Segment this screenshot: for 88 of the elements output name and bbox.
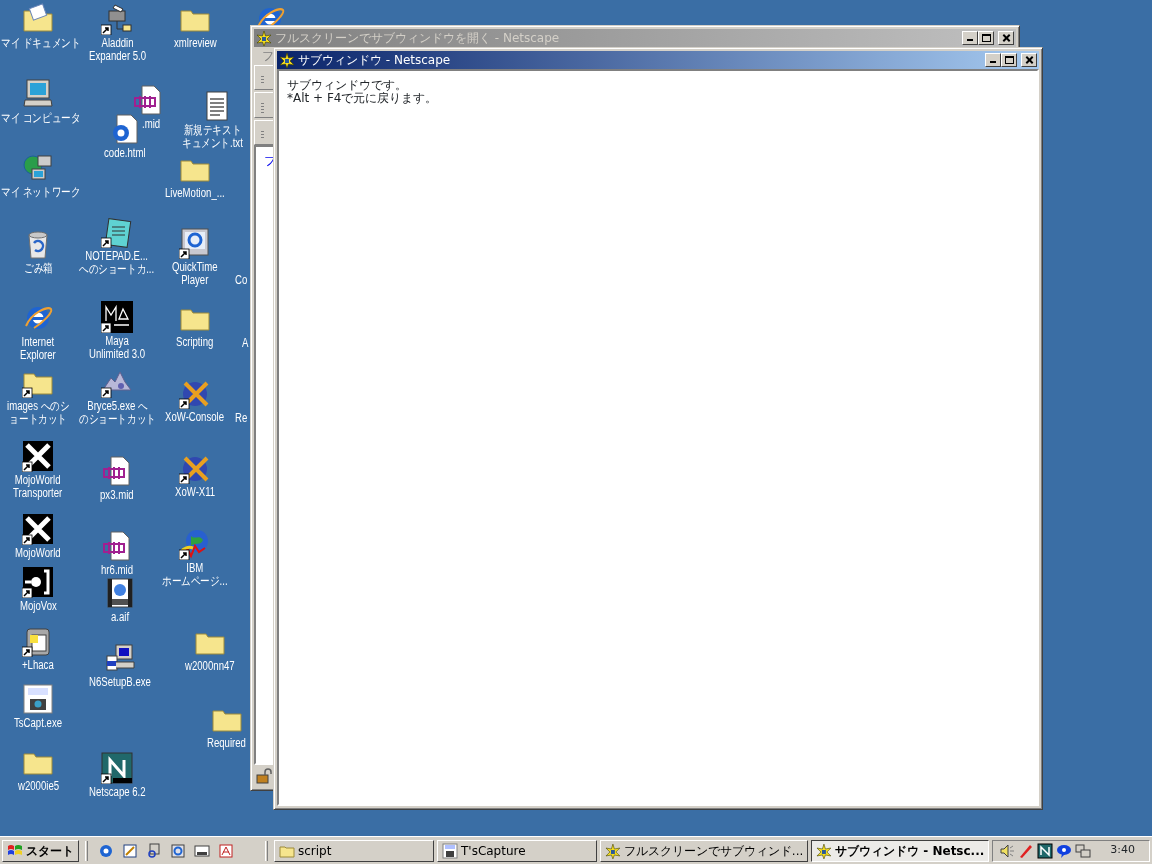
toolbar-grip[interactable] [254,65,276,91]
icon-label[interactable]: Re [235,412,248,425]
toolbar-grip[interactable] [254,119,276,145]
icon-label[interactable]: Required [207,737,246,750]
speech-bubble-icon[interactable] [1056,842,1073,859]
maximize-button[interactable] [978,31,994,45]
icon-label[interactable]: LiveMotion_... [165,187,225,200]
icon-label[interactable]: XoW-X11 [175,486,216,499]
icon-label[interactable]: a.aif [111,611,130,624]
icon-label[interactable]: マイ ドキュメント [1,37,81,50]
taskbar-button[interactable]: フルスクリーンでサブウィンド... [600,839,809,862]
icon-label[interactable]: .mid [142,118,161,131]
page-text: サブウィンドウです。 [287,79,408,92]
search-icon[interactable] [146,842,162,859]
media-player-icon[interactable] [179,227,211,259]
icon-label[interactable]: マイ ネットワーク [1,186,81,199]
icon-label[interactable]: MojoWorld Transporter [13,474,63,500]
icon-label[interactable]: MojoVox [20,600,57,613]
icon-label[interactable]: px3.mid [100,489,134,502]
minimize-button[interactable] [962,31,978,45]
icon-label[interactable]: hr6.mid [101,564,133,577]
star-icon [279,52,295,68]
icon-label[interactable]: ごみ箱 [24,262,53,275]
icon-label[interactable]: Netscape 6.2 [89,786,146,799]
close-button[interactable] [1021,53,1037,67]
folder-icon[interactable] [22,3,54,35]
app-icon[interactable] [101,752,133,784]
icon-label[interactable]: xmlreview [174,37,217,50]
globe-icon[interactable] [179,528,211,560]
icon-label[interactable]: マイ コンピュータ [1,112,81,125]
toolbar-grip[interactable] [254,92,276,118]
star-icon [816,842,833,859]
computer-icon[interactable] [22,78,54,110]
icon-label[interactable]: w2000nn47 [185,660,235,673]
media-file-icon[interactable] [104,577,136,609]
icon-label[interactable]: Maya Unlimited 3.0 [89,335,145,361]
star-icon [256,30,272,46]
app-icon[interactable] [22,566,54,598]
star-icon [605,842,621,859]
network-icon[interactable] [1075,842,1092,859]
icon-label[interactable]: TsCapt.exe [14,717,63,730]
machine-icon[interactable] [101,3,133,35]
pencil-note-icon[interactable] [122,842,138,859]
music-file-icon[interactable] [101,455,133,487]
icon-label[interactable]: images へのシ ョートカット [7,400,70,426]
icon-label[interactable]: QuickTime Player [172,261,218,287]
app-icon[interactable] [1037,842,1054,859]
icon-label[interactable]: 新規テキスト キュメント.txt [182,124,243,150]
minimize-button[interactable] [985,53,1001,67]
icon-label[interactable]: MojoWorld [15,547,61,560]
icon-label[interactable]: NOTEPAD.E... へのショートカ... [79,250,155,276]
device-icon[interactable] [194,842,210,859]
browser-icon[interactable] [98,842,114,859]
clock[interactable]: 3:40 [1110,842,1135,859]
icon-label[interactable]: XoW-Console [165,411,225,424]
icon-label[interactable]: code.html [104,147,146,160]
taskbar-button[interactable]: サブウィンドウ - Netsc... [811,839,990,862]
taskbar-button[interactable]: T'sCapture [437,839,597,862]
start-button[interactable]: スタート [2,839,79,862]
icon-label[interactable]: Bryce5.exe へ のショートカット [79,400,156,426]
speaker-icon[interactable] [999,842,1016,859]
close-button[interactable] [998,31,1014,45]
app-icon[interactable] [22,513,54,545]
camera-icon[interactable] [22,683,54,715]
taskbar-button[interactable]: script [274,839,434,862]
icon-label[interactable]: A [242,337,249,350]
icon-label[interactable]: N6SetupB.exe [89,676,151,689]
windows-logo-icon [7,843,23,858]
music-file-icon[interactable] [101,530,133,562]
app-icon[interactable] [101,301,133,333]
document-icon[interactable] [218,842,234,859]
music-file-icon[interactable] [132,84,164,116]
icon-label[interactable]: Scripting [176,336,214,349]
window-title: フルスクリーンでサブウィンドウを開く - Netscape [275,30,560,47]
icon-label[interactable]: w2000ie5 [18,780,60,793]
menu-item[interactable]: フ [262,49,274,63]
icon-label[interactable]: Co [235,274,248,287]
window-title: サブウィンドウ - Netscape [298,52,451,69]
icon-label[interactable]: +Lhaca [22,659,54,672]
maximize-button[interactable] [1001,53,1017,67]
icon-label[interactable]: Aladdin Expander 5.0 [89,37,147,63]
icon-label[interactable]: Internet Explorer [20,336,56,362]
page-text: *Alt + F4で元に戻ります。 [287,92,439,105]
icon-label[interactable]: IBM ホームページ... [162,562,228,588]
lock-icon[interactable] [256,768,272,784]
app-icon[interactable] [22,440,54,472]
setup-icon[interactable] [104,642,136,674]
camera-icon [442,842,458,859]
